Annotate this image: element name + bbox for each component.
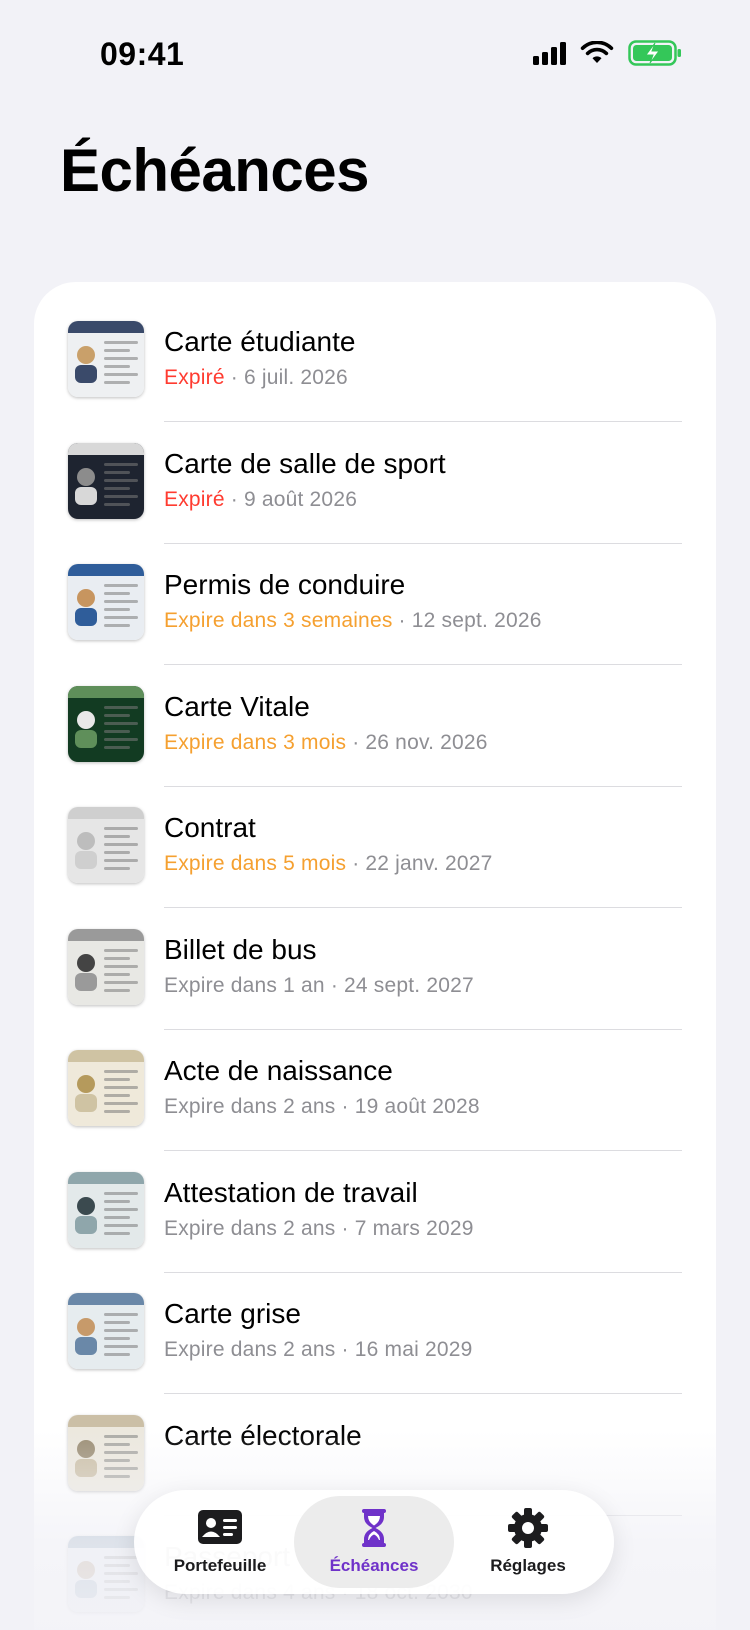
document-row[interactable]: Carte grise Expire dans 2 ans · 16 mai 2029	[34, 1268, 716, 1394]
document-title: Contrat	[164, 812, 256, 843]
separator-dot: ·	[330, 973, 339, 997]
document-row[interactable]: Permis de conduire Expire dans 3 semaines…	[34, 539, 716, 665]
status-bar: 09:41	[0, 0, 750, 110]
document-subtitle: Expire dans 2 ans · 19 août 2028	[164, 1095, 480, 1119]
status-icons	[533, 40, 682, 66]
expiry-date: 26 nov. 2026	[365, 730, 488, 754]
document-title: Acte de naissance	[164, 1055, 393, 1086]
expiry-date: 19 août 2028	[354, 1095, 480, 1118]
expiry-date: 16 mai 2029	[354, 1338, 473, 1361]
expiry-status: Expire dans 3 mois	[164, 730, 347, 754]
document-list: Carte étudiante Expiré · 6 juil. 2026 Carte …	[34, 282, 716, 1630]
expiry-status: Expire dans 2 ans	[164, 1338, 336, 1361]
document-thumbnail	[68, 928, 144, 1005]
tab-portefeuille[interactable]: Portefeuille	[140, 1496, 300, 1588]
battery-charging-icon	[628, 40, 681, 66]
document-subtitle: Expire dans 5 mois · 22 janv. 2027	[164, 852, 493, 876]
hourglass-icon	[362, 1509, 386, 1547]
document-thumbnail	[68, 685, 144, 762]
document-subtitle: Expiré · 9 août 2026	[164, 488, 357, 512]
document-thumbnail	[68, 807, 144, 883]
document-subtitle: Expire dans 3 mois · 26 nov. 2026	[164, 731, 488, 755]
tab-label: Réglages	[490, 1556, 566, 1575]
document-thumbnail	[68, 442, 144, 519]
expiry-status: Expire dans 5 mois	[164, 852, 347, 875]
document-row[interactable]: Billet de bus Expire dans 1 an · 24 sept. 2…	[34, 904, 716, 1030]
id-card-icon	[198, 1510, 242, 1544]
expiry-date: 22 janv. 2027	[365, 852, 493, 875]
document-subtitle: Expire dans 1 an · 24 sept. 2027	[164, 974, 474, 998]
document-row[interactable]: Carte étudiante Expiré · 6 juil. 2026	[34, 296, 716, 422]
expiry-date: 7 mars 2029	[354, 1216, 474, 1240]
document-title: Carte grise	[164, 1298, 301, 1329]
separator-dot: ·	[341, 1338, 349, 1361]
document-title: Permis de conduire	[164, 569, 406, 600]
document-thumbnail	[68, 564, 144, 640]
wifi-icon	[580, 41, 614, 63]
document-subtitle: Expiré · 6 juil. 2026	[164, 366, 348, 390]
document-thumbnail	[68, 1050, 144, 1126]
page-title: Échéances	[60, 137, 370, 204]
tab-label: Portefeuille	[173, 1556, 267, 1575]
expiry-status: Expire dans 2 ans	[164, 1095, 336, 1118]
document-row[interactable]: Attestation de travail Expire dans 2 ans ·…	[34, 1147, 716, 1273]
tab-reglages[interactable]: Réglages	[448, 1496, 608, 1588]
separator-dot: ·	[230, 487, 238, 511]
document-title: Billet de bus	[164, 933, 317, 965]
separator-dot: ·	[341, 1095, 349, 1118]
document-title: Carte de salle de sport	[164, 447, 446, 479]
document-row[interactable]: Carte Vitale Expire dans 3 mois · 26 nov. 2…	[34, 661, 716, 787]
cellular-signal-icon	[533, 41, 566, 65]
gear-icon	[508, 1508, 548, 1548]
document-row[interactable]: Contrat Expire dans 5 mois · 22 janv. 2027	[34, 782, 716, 908]
expiry-status: Expire dans 2 ans	[164, 1216, 336, 1240]
document-row[interactable]: Acte de naissance Expire dans 2 ans · 19 ao…	[34, 1025, 716, 1151]
separator-dot: ·	[352, 852, 360, 875]
separator-dot: ·	[341, 1216, 349, 1240]
expiry-status: Expiré	[164, 366, 225, 389]
expiry-date: 9 août 2026	[243, 487, 358, 511]
separator-dot: ·	[352, 730, 360, 754]
expiry-date: 24 sept. 2027	[344, 973, 474, 997]
separator-dot: ·	[230, 366, 238, 389]
document-thumbnail	[68, 321, 144, 397]
tab-bar: Portefeuille Échéances Réglages	[134, 1490, 614, 1594]
document-subtitle: Expire dans 3 semaines · 12 sept. 2026	[164, 609, 542, 633]
document-thumbnail	[68, 1171, 144, 1248]
tab-label: Échéances	[329, 1556, 419, 1575]
expiry-status: Expiré	[164, 487, 225, 511]
screen: 09:41 Échéances Carte étudiante Expiré · 6 …	[0, 0, 750, 1630]
status-time: 09:41	[100, 36, 185, 72]
document-subtitle: Expire dans 2 ans · 7 mars 2029	[164, 1217, 474, 1241]
document-title: Carte étudiante	[164, 326, 356, 357]
document-thumbnail	[68, 1293, 144, 1369]
document-subtitle: Expire dans 2 ans · 16 mai 2029	[164, 1338, 473, 1362]
expiry-status: Expire dans 1 an	[164, 973, 325, 997]
expiry-date: 6 juil. 2026	[243, 366, 348, 389]
document-title: Carte Vitale	[164, 690, 310, 722]
tab-echeances[interactable]: Échéances	[294, 1496, 454, 1588]
expiry-date: 12 sept. 2026	[411, 609, 542, 632]
separator-dot: ·	[398, 609, 406, 632]
document-title: Attestation de travail	[164, 1176, 418, 1208]
document-row[interactable]: Carte de salle de sport Expiré · 9 août 202…	[34, 418, 716, 544]
expiry-status: Expire dans 3 semaines	[164, 609, 393, 632]
